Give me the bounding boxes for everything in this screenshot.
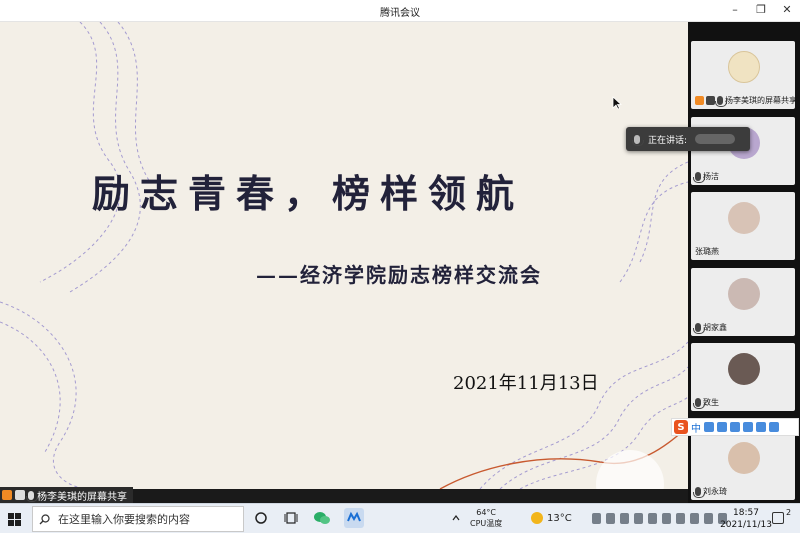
microphone-icon <box>693 323 705 334</box>
participant-tile[interactable]: 张璐燕 <box>691 192 795 260</box>
network-icon[interactable] <box>606 513 615 524</box>
windows-start-icon[interactable] <box>8 513 21 526</box>
battery-icon[interactable] <box>676 513 685 524</box>
taskbar: 在这里输入你要搜索的内容 64°C CPU温度 13°C 18:57 2021/… <box>0 503 800 533</box>
participant-tile[interactable]: 致生 <box>691 343 795 411</box>
input-method-icon[interactable] <box>690 513 699 524</box>
window-titlebar: 腾讯会议 – ❐ ✕ <box>0 0 800 22</box>
slide-title: 励志青春，榜样领航 <box>92 171 525 216</box>
microphone-icon <box>693 398 705 409</box>
voice-icon[interactable] <box>730 422 740 432</box>
slide-subtitle: ——经济学院励志榜样交流会 <box>256 263 542 287</box>
close-icon[interactable]: ✕ <box>780 3 794 17</box>
slide-date: 2021年11月13日 <box>453 373 599 394</box>
search-icon <box>39 513 50 524</box>
keyboard-icon[interactable] <box>743 422 753 432</box>
speaker-icon[interactable] <box>662 513 671 524</box>
notification-icon[interactable] <box>772 512 784 524</box>
participant-name: 张璐燕 <box>695 247 719 256</box>
avatar <box>728 278 760 310</box>
cpu-temperature[interactable]: 64°C CPU温度 <box>470 507 502 529</box>
taskbar-search-box[interactable]: 在这里输入你要搜索的内容 <box>32 506 244 532</box>
participant-name-row: 胡家鑫 <box>693 322 727 334</box>
participant-name: 杨李美琪的屏幕共享 <box>725 96 795 105</box>
restore-icon[interactable]: ❐ <box>754 3 768 17</box>
participant-name-row: 张璐燕 <box>695 246 719 257</box>
sun-icon <box>531 512 543 524</box>
speaking-indicator: 正在讲话: <box>626 127 750 151</box>
cpu-temp-label: CPU温度 <box>470 519 503 528</box>
cloud-icon[interactable] <box>592 513 601 524</box>
host-icon <box>695 96 704 105</box>
participant-name: 致生 <box>703 398 719 407</box>
clock-time: 18:57 <box>733 508 759 518</box>
shield-icon[interactable] <box>620 513 629 524</box>
screen-icon <box>15 490 25 500</box>
keyboard-icon[interactable] <box>634 513 643 524</box>
toolbox-icon[interactable] <box>769 422 779 432</box>
avatar <box>728 353 760 385</box>
avatar <box>728 442 760 474</box>
sogou-tray-icon[interactable] <box>704 513 713 524</box>
skin-icon[interactable] <box>756 422 766 432</box>
screen-share-label: 杨李美琪的屏幕共享 <box>0 487 133 503</box>
microphone-icon <box>715 96 727 107</box>
microphone-icon <box>693 487 705 498</box>
avatar <box>728 51 760 83</box>
punctuation-icon[interactable] <box>704 422 714 432</box>
wechat-icon[interactable] <box>314 511 330 525</box>
cortana-icon[interactable] <box>254 511 268 525</box>
participant-name: 杨洁 <box>703 172 719 181</box>
screen-share-label-text: 杨李美琪的屏幕共享 <box>37 491 127 503</box>
chevron-up-icon[interactable] <box>452 514 460 522</box>
task-view-icon[interactable] <box>284 511 298 525</box>
slide-decoration <box>0 22 688 489</box>
participant-tile[interactable]: 刘永琦 <box>691 432 795 500</box>
emoji-icon[interactable] <box>717 422 727 432</box>
participant-name-row: 致生 <box>693 397 719 409</box>
participant-name: 胡家鑫 <box>703 323 727 332</box>
mouse-cursor-icon <box>612 96 622 110</box>
participant-tile[interactable]: 杨李美琪的屏幕共享 <box>691 41 795 109</box>
window-title: 腾讯会议 <box>380 8 420 19</box>
ime-toolbar[interactable]: S 中 <box>671 418 799 436</box>
microphone-icon <box>26 490 38 502</box>
participant-name-row: 刘永琦 <box>693 486 727 498</box>
system-tray <box>592 513 727 524</box>
microphone-icon <box>693 172 705 183</box>
taskbar-clock[interactable]: 18:57 2021/11/13 <box>716 507 776 531</box>
search-placeholder: 在这里输入你要搜索的内容 <box>58 513 190 526</box>
cpu-temp-value: 64°C <box>476 508 497 517</box>
wifi-icon[interactable] <box>648 513 657 524</box>
sogou-icon[interactable]: S <box>674 420 688 434</box>
avatar <box>728 202 760 234</box>
person-icon <box>2 490 12 500</box>
window-controls: – ❐ ✕ <box>728 3 794 17</box>
clock-date: 2021/11/13 <box>720 520 772 530</box>
weather-temp: 13°C <box>547 512 572 524</box>
notification-count: 2 <box>786 508 792 517</box>
tencent-meeting-icon[interactable] <box>344 508 364 528</box>
speaking-label: 正在讲话: <box>648 135 688 146</box>
speaker-name-blurred <box>695 134 736 144</box>
microphone-icon <box>632 134 644 146</box>
screen-icon <box>706 96 715 105</box>
ime-language[interactable]: 中 <box>691 420 701 435</box>
weather-widget[interactable]: 13°C <box>531 512 572 524</box>
participant-tile[interactable]: 胡家鑫 <box>691 268 795 336</box>
minimize-icon[interactable]: – <box>728 3 742 17</box>
participant-name-row: 杨李美琪的屏幕共享 <box>695 95 795 107</box>
shared-screen: 励志青春，榜样领航 ——经济学院励志榜样交流会 2021年11月13日 <box>0 22 688 489</box>
participant-name: 刘永琦 <box>703 487 727 496</box>
participant-name-row: 杨洁 <box>693 171 719 183</box>
